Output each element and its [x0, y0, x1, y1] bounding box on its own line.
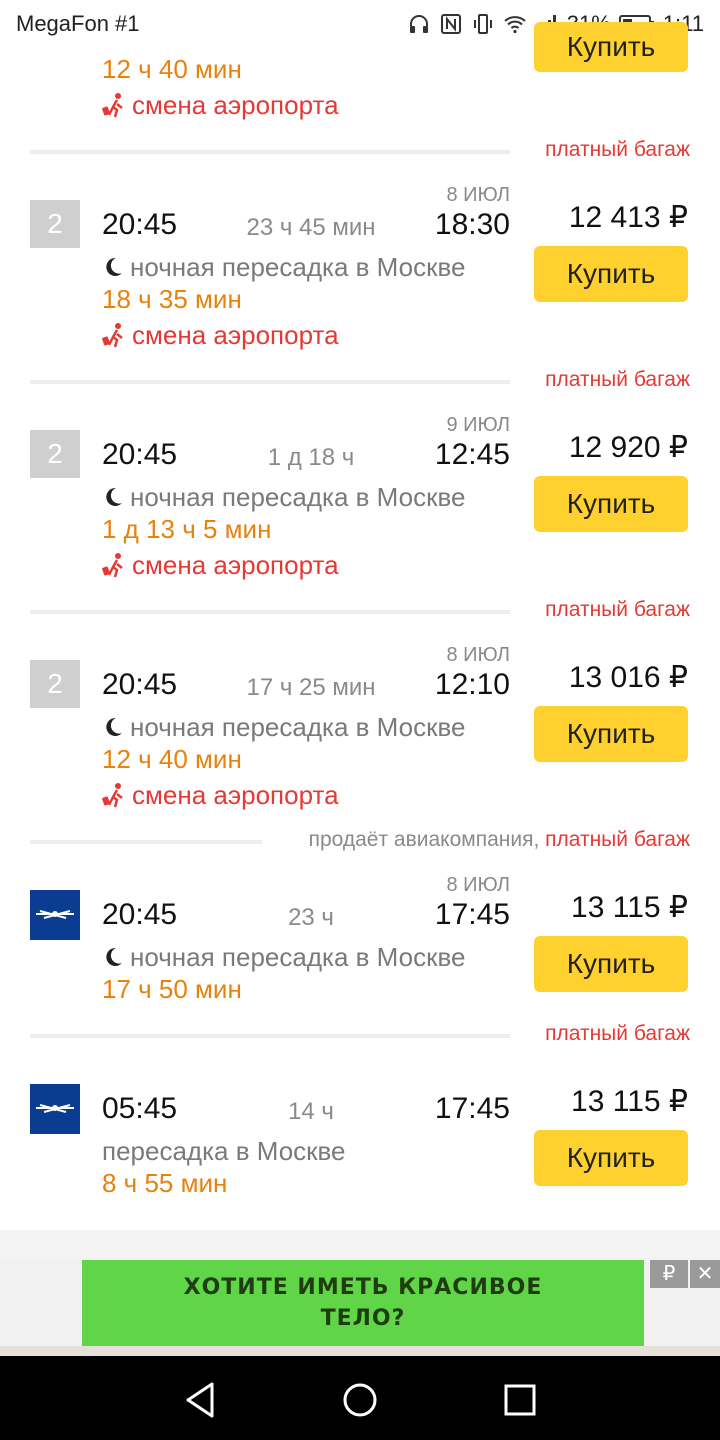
transfer-info: пересадка в Москве — [102, 1136, 346, 1166]
buy-button[interactable]: Купить — [534, 22, 688, 72]
airport-change-warning: смена аэропорта — [102, 550, 339, 581]
ad-headline-line2: ТЕЛО? — [320, 1306, 406, 1331]
ticket-price: 13 115 ₽ — [571, 1085, 688, 1118]
arrival-time: 17:45 — [434, 1092, 510, 1125]
card-divider — [30, 380, 510, 384]
moon-icon — [106, 717, 122, 736]
arrival-time: 12:10 — [434, 668, 510, 701]
layover-duration: 18 ч 35 мин — [102, 284, 242, 314]
moon-icon — [106, 487, 122, 506]
home-icon[interactable] — [338, 1378, 382, 1422]
baggage-info: платный багаж — [545, 1022, 690, 1045]
flight-duration: 1 д 18 ч — [267, 444, 355, 471]
flight-results-list[interactable]: Купить 12 ч 40 мин смена аэропорта платн… — [0, 0, 720, 1230]
flight-duration: 23 ч — [288, 904, 334, 931]
arrival-time: 12:45 — [434, 438, 510, 471]
arrival-date: 8 ИЮЛ — [446, 874, 511, 896]
arrival-date: 8 ИЮЛ — [446, 644, 511, 666]
layover-duration: 1 д 13 ч 5 мин — [102, 514, 272, 544]
partial-flight-card: Купить 12 ч 40 мин смена аэропорта — [0, 22, 720, 130]
ad-close-icon[interactable]: ✕ — [690, 1260, 720, 1288]
moon-icon — [106, 257, 122, 276]
transfer-info: ночная пересадка в Москве — [102, 252, 465, 283]
airport-change-warning: смена аэропорта — [102, 320, 339, 351]
ad-info-icon[interactable]: ₽ — [650, 1260, 688, 1288]
airport-change-warning: смена аэропорта — [102, 780, 339, 811]
card-divider — [30, 1034, 510, 1038]
ad-headline-line1: ХОТИТЕ ИМЕТЬ КРАСИВОЕ — [183, 1275, 543, 1300]
walking-luggage-icon — [102, 783, 123, 808]
flight-duration: 23 ч 45 мин — [246, 214, 376, 241]
aeroflot-logo — [30, 890, 80, 940]
layover-duration: 12 ч 40 мин — [102, 744, 242, 774]
card-divider — [30, 610, 510, 614]
buy-button[interactable]: Купить — [534, 246, 688, 302]
layover-duration: 8 ч 55 мин — [102, 1168, 228, 1198]
layover-duration: 12 ч 40 мин — [102, 54, 242, 84]
arrival-time: 18:30 — [434, 208, 510, 241]
baggage-info: платный багаж — [545, 138, 690, 161]
walking-luggage-icon — [102, 553, 123, 578]
walking-luggage-icon — [102, 93, 123, 118]
buy-button[interactable]: Купить — [534, 1130, 688, 1186]
ticket-price: 12 413 ₽ — [568, 201, 688, 234]
airline-count-badge: 2 — [30, 660, 80, 708]
aeroflot-logo — [30, 1084, 80, 1134]
buy-button[interactable]: Купить — [534, 706, 688, 762]
arrival-date: 9 ИЮЛ — [446, 414, 511, 436]
airport-change-warning: смена аэропорта — [102, 90, 339, 121]
airline-count-badge: 2 — [30, 430, 80, 478]
list-footer-spacer — [0, 1230, 720, 1258]
arrival-date: 8 ИЮЛ — [446, 184, 511, 206]
departure-time: 05:45 — [102, 1092, 178, 1125]
layover-duration: 17 ч 50 мин — [102, 974, 242, 1004]
ad-banner-area[interactable]: ХОТИТЕ ИМЕТЬ КРАСИВОЕ ТЕЛО? ₽ ✕ — [0, 1258, 720, 1356]
departure-time: 20:45 — [102, 438, 178, 471]
ad-banner[interactable]: ХОТИТЕ ИМЕТЬ КРАСИВОЕ ТЕЛО? — [82, 1260, 644, 1346]
buy-button[interactable]: Купить — [534, 936, 688, 992]
ticket-price: 12 920 ₽ — [568, 431, 688, 464]
airline-count-badge: 2 — [30, 200, 80, 248]
departure-time: 20:45 — [102, 208, 178, 241]
seller-baggage-info: продаёт авиакомпания, платный багаж — [308, 828, 690, 851]
flight-duration: 14 ч — [288, 1098, 334, 1125]
arrival-time: 17:45 — [434, 898, 510, 931]
transfer-info: ночная пересадка в Москве — [102, 942, 465, 973]
baggage-info: платный багаж — [545, 368, 690, 391]
ticket-price: 13 115 ₽ — [571, 891, 688, 924]
recents-icon[interactable] — [498, 1378, 542, 1422]
departure-time: 20:45 — [102, 668, 178, 701]
departure-time: 20:45 — [102, 898, 178, 931]
ad-image-strip — [0, 1346, 720, 1356]
baggage-info: платный багаж — [545, 598, 690, 621]
ticket-price: 13 016 ₽ — [568, 661, 688, 694]
buy-button[interactable]: Купить — [534, 476, 688, 532]
flight-duration: 17 ч 25 мин — [246, 674, 376, 701]
moon-icon — [106, 947, 122, 966]
transfer-info: ночная пересадка в Москве — [102, 712, 465, 743]
card-divider — [30, 150, 510, 154]
card-divider — [30, 840, 262, 844]
system-nav-bar — [0, 1356, 720, 1440]
walking-luggage-icon — [102, 323, 123, 348]
back-icon[interactable] — [178, 1378, 222, 1422]
transfer-info: ночная пересадка в Москве — [102, 482, 465, 513]
